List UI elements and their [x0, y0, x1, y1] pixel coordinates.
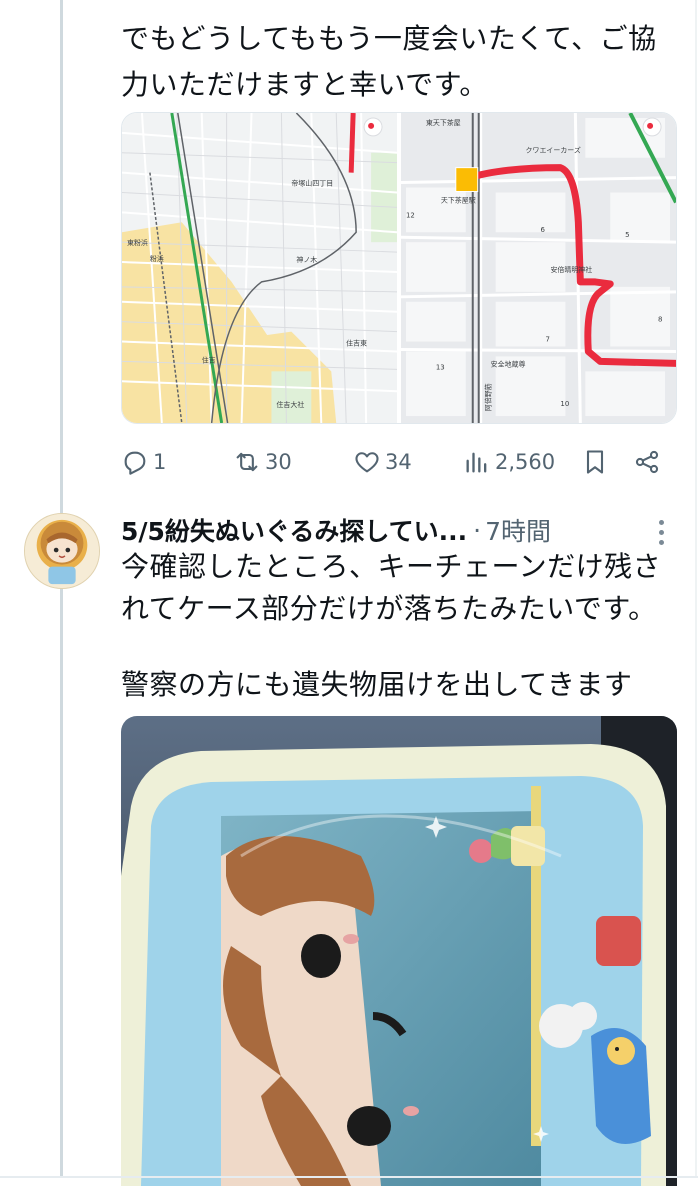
bookmark-button[interactable]	[581, 442, 609, 482]
svg-text:住吉東: 住吉東	[346, 339, 367, 348]
tweet2-text-line1: 今確認したところ、キーチェーンだけ残さ	[121, 550, 662, 583]
more-dot	[658, 519, 664, 525]
reply-count: 1	[153, 450, 167, 474]
more-dot	[658, 539, 664, 545]
svg-text:10: 10	[560, 400, 569, 408]
repost-count: 30	[265, 450, 292, 474]
more-dot	[658, 529, 664, 535]
svg-text:7: 7	[545, 336, 549, 344]
map-right-graphic: 東天下茶屋 クワエイーカーズ 天下茶屋駅 安倍晴明神社 安全地蔵尊 12 6 5…	[401, 113, 676, 423]
views-count: 2,560	[495, 450, 556, 474]
svg-text:12: 12	[406, 211, 415, 219]
like-count: 34	[385, 450, 412, 474]
svg-text:住吉大社: 住吉大社	[276, 400, 304, 409]
svg-text:安倍晴明神社: 安倍晴明神社	[550, 265, 592, 274]
svg-text:東天下茶屋: 東天下茶屋	[426, 118, 461, 127]
svg-text:神ノ木: 神ノ木	[296, 255, 317, 264]
tweet1-action-bar: 1 30 34 2,560	[121, 442, 677, 482]
tweet1-text-line1: でもどうしてももう一度会いたくて、ご協	[121, 22, 657, 55]
svg-text:8: 8	[658, 316, 662, 324]
svg-text:東粉浜: 東粉浜	[127, 238, 148, 247]
post-time[interactable]: 7時間	[485, 512, 551, 548]
avatar[interactable]	[24, 513, 100, 589]
share-icon	[635, 450, 659, 474]
svg-text:阿倍野筋: 阿倍野筋	[484, 383, 493, 411]
svg-text:帝塚山四丁目: 帝塚山四丁目	[291, 179, 333, 188]
tweet1-text-line2: 力いただけますと幸いです。	[121, 68, 488, 101]
repost-icon	[236, 452, 258, 472]
tweet2-header: 5/5紛失ぬいぐるみ探してい... · 7時間	[121, 512, 551, 548]
map-image-right[interactable]: 東天下茶屋 クワエイーカーズ 天下茶屋駅 安倍晴明神社 安全地蔵尊 12 6 5…	[401, 113, 676, 423]
svg-text:13: 13	[436, 363, 445, 371]
svg-text:6: 6	[540, 226, 544, 234]
tweet2-photo[interactable]	[121, 716, 677, 1186]
repost-button[interactable]: 30	[233, 442, 292, 482]
svg-text:天下茶屋駅: 天下茶屋駅	[441, 195, 476, 204]
column-border	[695, 0, 697, 1176]
more-icon[interactable]	[649, 516, 673, 548]
tweet2-text-line2: れてケース部分だけが落ちたみたいです。	[121, 592, 657, 625]
views-chart-icon	[466, 452, 487, 473]
map-left-graphic: 帝塚山四丁目 東粉浜 粉浜 神ノ木 住吉 住吉東 住吉大社	[122, 113, 397, 423]
avatar-plush-graphic	[25, 514, 99, 588]
tweet2-text-line3: 警察の方にも遺失物届けを出してきます	[121, 668, 633, 701]
like-button[interactable]: 34	[353, 442, 412, 482]
bottom-divider	[0, 1176, 698, 1178]
share-button[interactable]	[633, 442, 661, 482]
views-button[interactable]: 2,560	[463, 442, 555, 482]
reply-icon	[124, 451, 146, 475]
display-name[interactable]: 5/5紛失ぬいぐるみ探してい...	[121, 512, 467, 548]
heart-icon	[355, 452, 379, 473]
svg-text:5: 5	[625, 231, 629, 239]
plush-case-photo	[121, 716, 677, 1186]
separator-dot: ·	[473, 515, 482, 545]
svg-text:クワエイーカーズ: クワエイーカーズ	[526, 146, 581, 155]
bookmark-icon	[586, 450, 604, 474]
svg-text:安全地蔵尊: 安全地蔵尊	[491, 359, 526, 368]
map-image-left[interactable]: 帝塚山四丁目 東粉浜 粉浜 神ノ木 住吉 住吉東 住吉大社	[122, 113, 397, 423]
svg-text:住吉: 住吉	[202, 355, 216, 364]
svg-text:粉浜: 粉浜	[150, 254, 164, 263]
tweet1-media-grid: 帝塚山四丁目 東粉浜 粉浜 神ノ木 住吉 住吉東 住吉大社 東天下茶屋 クワエイ…	[121, 112, 677, 424]
reply-button[interactable]: 1	[121, 442, 166, 482]
